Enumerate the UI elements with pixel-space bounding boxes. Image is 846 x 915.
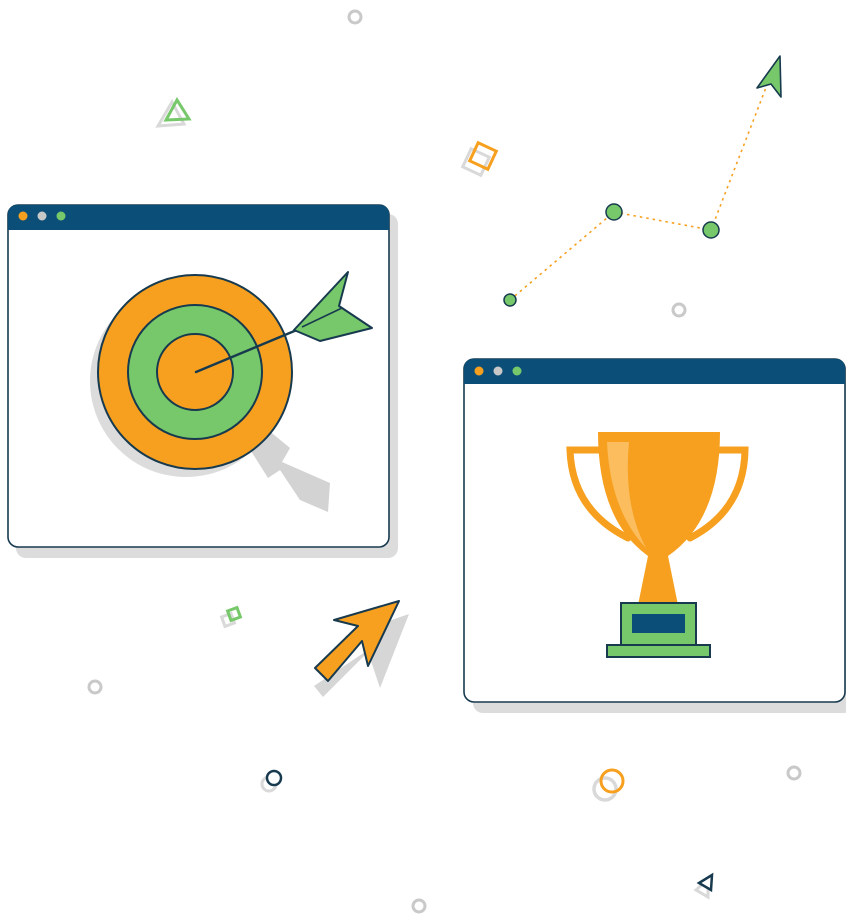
close-dot-icon[interactable] <box>474 366 484 376</box>
triangle-icon <box>155 97 192 128</box>
trophy-window <box>463 358 846 713</box>
dot-icon <box>411 898 427 914</box>
growth-path-with-arrow-icon <box>503 55 782 307</box>
dot-icon <box>87 679 103 695</box>
window-controls[interactable] <box>18 211 66 221</box>
dot-icon <box>671 302 687 318</box>
minimize-dot-icon[interactable] <box>37 211 47 221</box>
maximize-dot-icon[interactable] <box>56 211 66 221</box>
dot-icon <box>786 765 802 781</box>
triangle-icon <box>693 872 714 900</box>
circle-icon <box>260 769 283 793</box>
orange-pointer-arrow-icon <box>314 600 409 697</box>
target-window <box>7 204 398 558</box>
window-controls[interactable] <box>474 366 522 376</box>
circle-icon <box>592 768 625 802</box>
dot-icon <box>347 9 363 25</box>
achievement-illustration <box>7 9 846 914</box>
maximize-dot-icon[interactable] <box>512 366 522 376</box>
square-icon <box>460 140 499 178</box>
close-dot-icon[interactable] <box>18 211 28 221</box>
minimize-dot-icon[interactable] <box>493 366 503 376</box>
square-icon <box>219 605 243 629</box>
